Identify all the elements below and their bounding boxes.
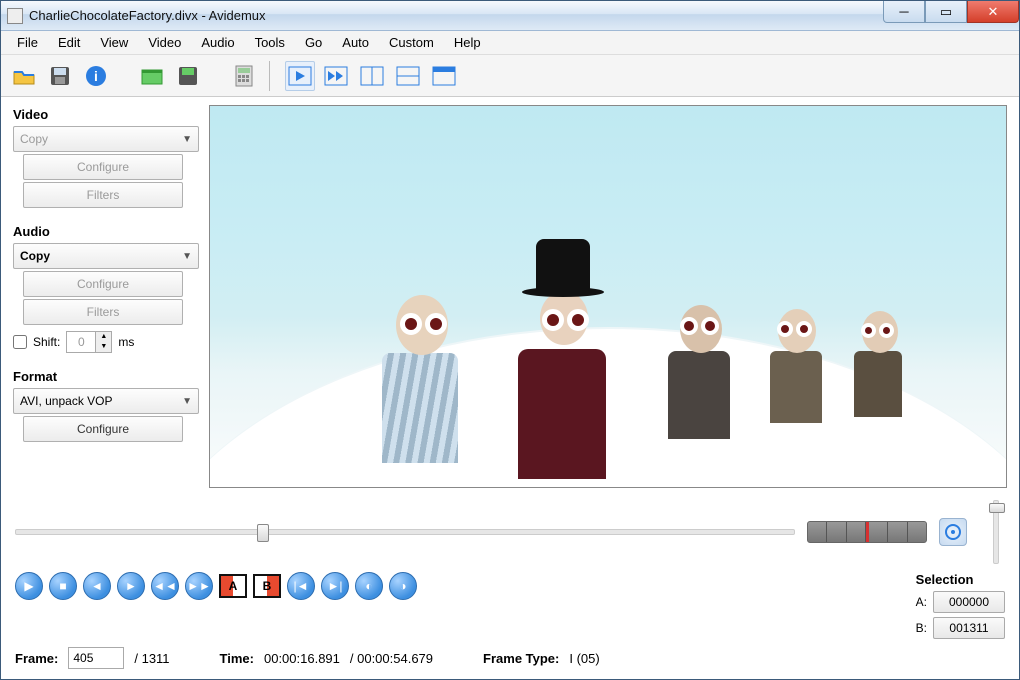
frame-input[interactable] [68,647,124,669]
rewind-button[interactable]: ◄◄ [151,572,179,600]
save-icon[interactable] [45,61,75,91]
window-title: CharlieChocolateFactory.divx - Avidemux [29,8,883,23]
shift-label: Shift: [33,335,60,349]
frametype-value: I (05) [569,651,599,666]
video-codec-select[interactable]: Copy▼ [13,126,199,152]
selection-title: Selection [916,572,1005,587]
menubar: File Edit View Video Audio Tools Go Auto… [1,31,1019,55]
selection-a-label: A: [916,595,927,609]
audio-filters-button[interactable]: Filters [23,299,183,325]
open-icon[interactable] [9,61,39,91]
layout-window-icon[interactable] [429,61,459,91]
layout-play-icon[interactable] [285,61,315,91]
video-preview [209,105,1007,488]
menu-go[interactable]: Go [295,32,332,53]
stop-button[interactable]: ■ [49,572,77,600]
save-video-icon[interactable] [173,61,203,91]
menu-custom[interactable]: Custom [379,32,444,53]
selection-b-button[interactable]: 001311 [933,617,1005,639]
frame-total: / 1311 [134,651,169,666]
layout-forward-icon[interactable] [321,61,351,91]
sidebar: Video Copy▼ Configure Filters Audio Copy… [13,105,199,488]
format-configure-button[interactable]: Configure [23,416,183,442]
menu-view[interactable]: View [90,32,138,53]
svg-text:i: i [94,68,98,84]
next-black-button[interactable]: ◑ [389,572,417,600]
set-marker-a-button[interactable]: A [219,574,247,598]
next-keyframe-button[interactable]: ►| [321,572,349,600]
forward-button[interactable]: ►► [185,572,213,600]
frametype-label: Frame Type: [483,651,559,666]
prev-black-button[interactable]: ◐ [355,572,383,600]
calculator-icon[interactable] [229,61,259,91]
titlebar: CharlieChocolateFactory.divx - Avidemux … [1,1,1019,31]
menu-tools[interactable]: Tools [245,32,295,53]
format-section-title: Format [13,367,199,386]
next-frame-button[interactable]: ► [117,572,145,600]
menu-video[interactable]: Video [138,32,191,53]
maximize-button[interactable]: ▭ [925,1,967,23]
time-value: 00:00:16.891 [264,651,340,666]
shift-unit: ms [118,335,134,349]
time-label: Time: [220,651,254,666]
volume-slider[interactable] [987,500,1005,564]
info-icon[interactable]: i [81,61,111,91]
prev-frame-button[interactable]: ◄ [83,572,111,600]
toolbar: i [1,55,1019,97]
audio-configure-button[interactable]: Configure [23,271,183,297]
timeline-slider[interactable] [15,529,795,535]
frame-label: Frame: [15,651,58,666]
jog-reset-icon[interactable] [939,518,967,546]
layout-hsplit-icon[interactable] [393,61,423,91]
selection-a-button[interactable]: 000000 [933,591,1005,613]
timeline-thumb[interactable] [257,524,269,542]
menu-auto[interactable]: Auto [332,32,379,53]
selection-b-label: B: [916,621,927,635]
app-icon [7,8,23,24]
jog-wheel[interactable] [807,521,927,543]
video-configure-button[interactable]: Configure [23,154,183,180]
audio-codec-select[interactable]: Copy▼ [13,243,199,269]
shift-spinner[interactable]: 0▲▼ [66,331,112,353]
menu-help[interactable]: Help [444,32,491,53]
set-marker-b-button[interactable]: B [253,574,281,598]
minimize-button[interactable]: ─ [883,1,925,23]
status-bar: Frame: / 1311 Time: 00:00:16.891 / 00:00… [15,647,1005,669]
video-section-title: Video [13,105,199,124]
shift-checkbox[interactable] [13,335,27,349]
audio-section-title: Audio [13,222,199,241]
menu-file[interactable]: File [7,32,48,53]
menu-edit[interactable]: Edit [48,32,90,53]
format-select[interactable]: AVI, unpack VOP▼ [13,388,199,414]
play-button[interactable]: ▶ [15,572,43,600]
time-total: / 00:00:54.679 [350,651,433,666]
menu-audio[interactable]: Audio [191,32,244,53]
prev-keyframe-button[interactable]: |◄ [287,572,315,600]
video-filters-button[interactable]: Filters [23,182,183,208]
close-button[interactable]: ✕ [967,1,1019,23]
open-video-icon[interactable] [137,61,167,91]
layout-split-icon[interactable] [357,61,387,91]
